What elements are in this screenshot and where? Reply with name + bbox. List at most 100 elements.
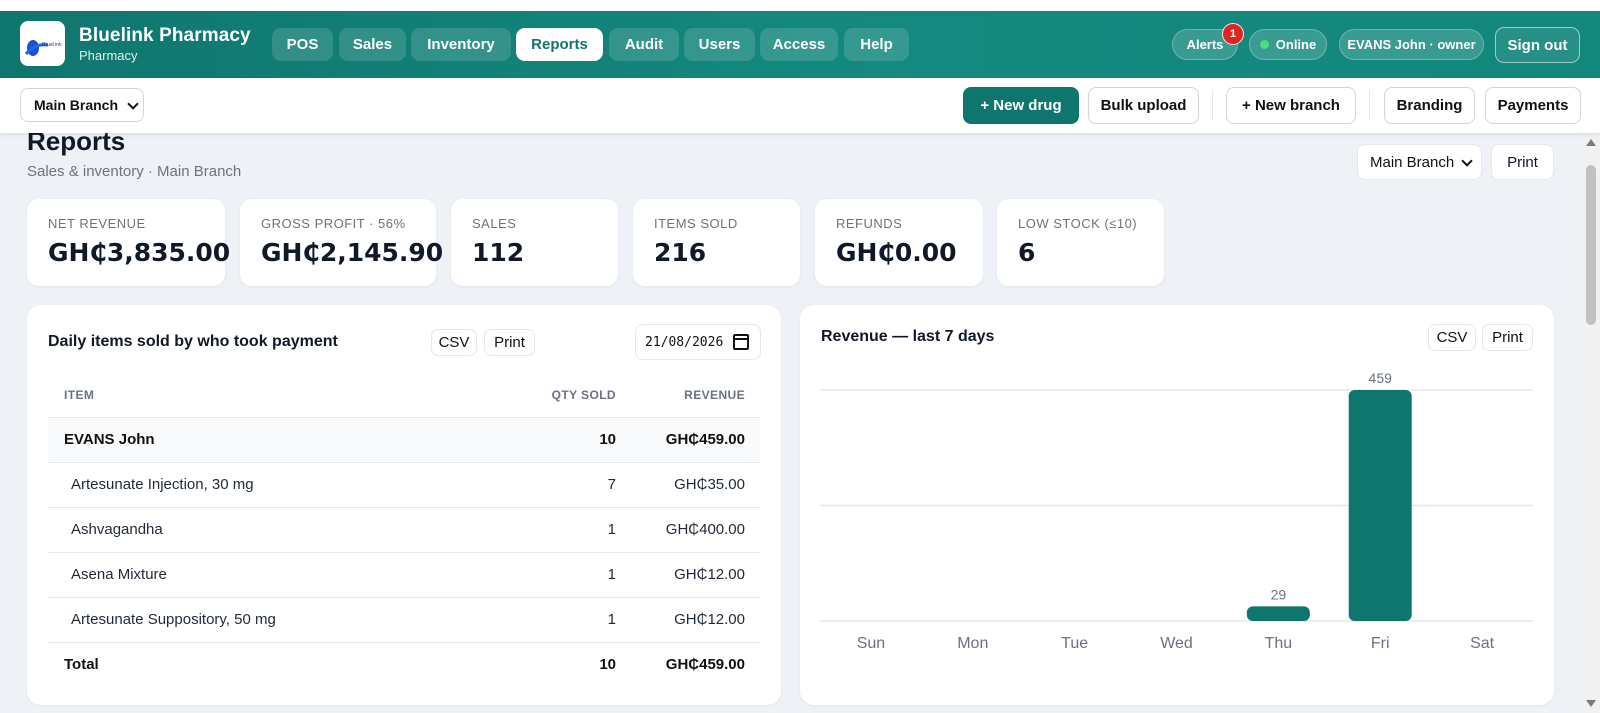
scrollbar-thumb[interactable] [1586, 165, 1596, 325]
pharmacy-logo: Bluelink [20, 21, 65, 66]
alerts-count-badge: 1 [1222, 23, 1244, 45]
chart-x-tick-label: Fri [1371, 635, 1390, 652]
total-qty: 10 [599, 656, 616, 673]
date-value: 21/08/2026 [645, 334, 724, 350]
row-item: Artesunate Injection, 30 mg [71, 476, 254, 493]
report-branch-value: Main Branch [1370, 153, 1455, 171]
kpi-value: GH₵2,145.90 [261, 238, 444, 267]
scroll-up-arrow-icon[interactable] [1586, 139, 1596, 146]
kpi-value: 216 [654, 238, 707, 267]
report-branch-select[interactable]: Main Branch [1357, 144, 1482, 180]
table-row[interactable]: Artesunate Injection, 30 mg 7 GH₵35.00 [48, 462, 760, 507]
row-revenue: GH₵12.00 [674, 566, 745, 583]
user-label: EVANS John · owner [1347, 37, 1476, 52]
table-row[interactable]: Ashvagandha 1 GH₵400.00 [48, 507, 760, 552]
kpi-label: NET REVENUE [48, 216, 146, 231]
row-qty: 1 [607, 521, 616, 538]
kpi-label: REFUNDS [836, 216, 903, 231]
chart-x-tick-label: Mon [957, 635, 988, 652]
kpi-label: LOW STOCK (≤10) [1018, 216, 1138, 231]
row-revenue: GH₵35.00 [674, 476, 745, 493]
total-revenue: GH₵459.00 [665, 656, 745, 673]
online-dot-icon [1259, 40, 1269, 49]
table-group-row[interactable]: EVANS John 10 GH₵459.00 [48, 417, 760, 462]
kpi-label: ITEMS SOLD [654, 216, 738, 231]
svg-text:Bluelink: Bluelink [42, 42, 62, 48]
daily-panel-title: Daily items sold by who took payment [48, 333, 338, 350]
total-label: Total [64, 656, 99, 673]
row-item: Ashvagandha [71, 521, 163, 538]
chart-bar-fri[interactable] [1348, 390, 1412, 621]
group-name: EVANS John [64, 431, 155, 448]
chart-x-tick-label: Tue [1061, 635, 1088, 652]
app-header: Bluelink Bluelink Pharmacy Pharmacy POS … [0, 11, 1600, 78]
kpi-sales: SALES 112 [451, 199, 618, 286]
nav-sales[interactable]: Sales [339, 28, 406, 61]
alerts-label: Alerts [1186, 37, 1224, 52]
chevron-down-icon [127, 98, 139, 110]
kpi-value: GH₵0.00 [836, 238, 957, 267]
chart-bar-thu[interactable] [1246, 606, 1310, 621]
page-subtitle: Sales & inventory · Main Branch [27, 163, 242, 180]
branding-button[interactable]: Branding [1384, 87, 1475, 124]
kpi-items-sold: ITEMS SOLD 216 [633, 199, 800, 286]
online-label: Online [1275, 37, 1317, 52]
online-status: Online [1249, 29, 1327, 60]
nav-pos[interactable]: POS [272, 28, 333, 61]
chart-x-tick-label: Sun [857, 635, 885, 652]
row-qty: 1 [607, 566, 616, 583]
kpi-label: SALES [472, 216, 517, 231]
brand-subtitle: Pharmacy [79, 48, 138, 63]
table-total-row: Total 10 GH₵459.00 [48, 642, 760, 687]
bulk-upload-button[interactable]: Bulk upload [1088, 87, 1199, 124]
nav-reports[interactable]: Reports [516, 28, 603, 61]
new-drug-button[interactable]: + New drug [963, 87, 1079, 124]
group-revenue: GH₵459.00 [665, 431, 745, 448]
branch-select[interactable]: Main Branch [20, 88, 144, 122]
chart-x-tick-label: Wed [1160, 635, 1193, 652]
sign-out-button[interactable]: Sign out [1495, 27, 1580, 63]
kpi-gross-profit: GROSS PROFIT · 56% GH₵2,145.90 [240, 199, 443, 286]
chart-data-label: 459 [1369, 370, 1393, 386]
nav-access[interactable]: Access [760, 28, 838, 61]
row-item: Asena Mixture [71, 566, 167, 583]
kpi-net-revenue: NET REVENUE GH₵3,835.00 [27, 199, 230, 286]
branch-select-value: Main Branch [34, 97, 119, 113]
kpi-label: GROSS PROFIT · 56% [261, 216, 406, 231]
brand-name: Bluelink Pharmacy [79, 25, 251, 46]
kpi-refunds: REFUNDS GH₵0.00 [815, 199, 983, 286]
page-scrollbar[interactable] [1582, 133, 1600, 713]
nav-inventory[interactable]: Inventory [411, 28, 511, 61]
payments-button[interactable]: Payments [1485, 87, 1581, 124]
revenue-csv-button[interactable]: CSV [1428, 324, 1476, 351]
print-report-button[interactable]: Print [1491, 144, 1554, 180]
toolbar: Main Branch + New drug Bulk upload + New… [0, 78, 1600, 133]
calendar-icon[interactable] [733, 334, 749, 350]
col-revenue: REVENUE [684, 388, 745, 402]
user-chip[interactable]: EVANS John · owner [1339, 29, 1484, 60]
kpi-value: GH₵3,835.00 [48, 238, 231, 267]
table-row[interactable]: Artesunate Suppository, 50 mg 1 GH₵12.00 [48, 597, 760, 642]
window-top-strip [0, 0, 1600, 11]
daily-print-button[interactable]: Print [484, 329, 535, 356]
table-row[interactable]: Asena Mixture 1 GH₵12.00 [48, 552, 760, 597]
new-branch-button[interactable]: + New branch [1226, 87, 1356, 124]
revenue-panel-title: Revenue — last 7 days [821, 328, 995, 345]
row-item: Artesunate Suppository, 50 mg [71, 611, 276, 628]
row-revenue: GH₵12.00 [674, 611, 745, 628]
group-qty: 10 [599, 431, 616, 448]
nav-help[interactable]: Help [844, 28, 909, 61]
kpi-low-stock: LOW STOCK (≤10) 6 [997, 199, 1164, 286]
chart-data-label: 29 [1271, 586, 1287, 602]
nav-users[interactable]: Users [684, 28, 755, 61]
toolbar-divider [1369, 90, 1370, 121]
revenue-print-button[interactable]: Print [1482, 324, 1533, 351]
row-qty: 7 [607, 476, 616, 493]
chevron-down-icon [1461, 155, 1473, 167]
kpi-value: 112 [472, 238, 525, 267]
scroll-down-arrow-icon[interactable] [1586, 700, 1596, 707]
kpi-value: 6 [1018, 238, 1036, 267]
nav-audit[interactable]: Audit [609, 28, 679, 61]
daily-csv-button[interactable]: CSV [431, 329, 477, 356]
col-item: ITEM [64, 388, 95, 402]
